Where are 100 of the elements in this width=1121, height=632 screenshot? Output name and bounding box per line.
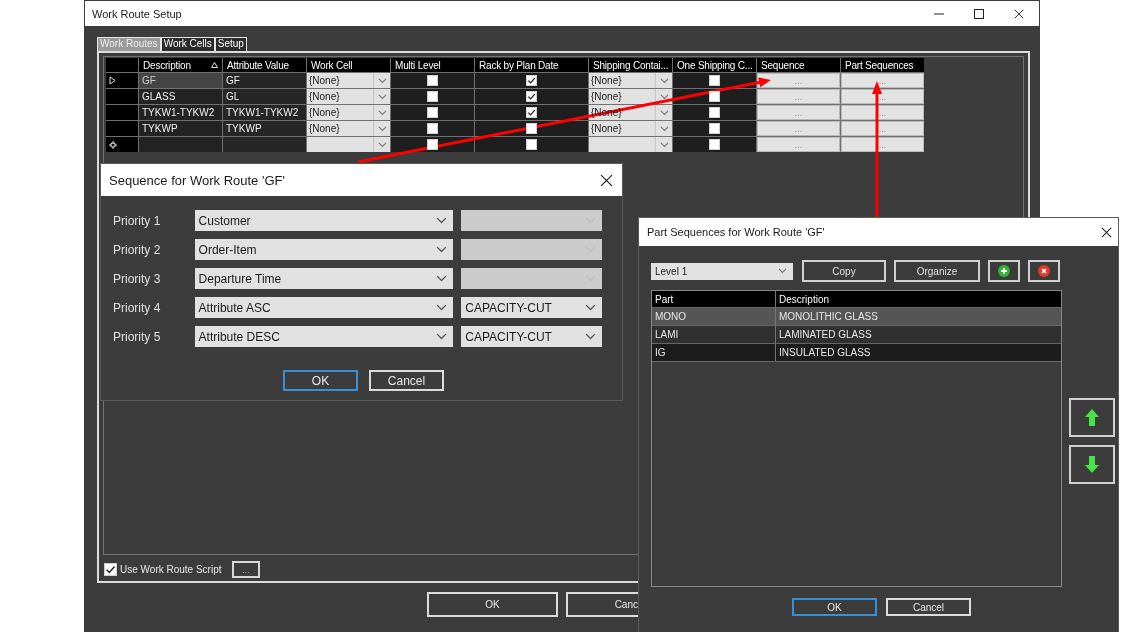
checkbox[interactable] bbox=[526, 139, 537, 150]
x-circle-icon bbox=[1038, 265, 1050, 277]
table-cell: TYKWP bbox=[139, 121, 222, 136]
maximize-icon[interactable] bbox=[974, 8, 984, 19]
table-cell[interactable]: MONO bbox=[652, 308, 776, 325]
column-header[interactable]: Work Cell bbox=[307, 58, 390, 72]
close-icon[interactable] bbox=[1014, 8, 1024, 19]
column-header[interactable]: Description bbox=[776, 291, 1061, 307]
remove-button[interactable] bbox=[1028, 260, 1060, 282]
dialog-title: Part Sequences for Work Route 'GF' bbox=[647, 226, 825, 238]
row-header[interactable] bbox=[106, 137, 138, 152]
chevron-down-icon bbox=[436, 333, 448, 340]
dialog-button[interactable]: Cancel bbox=[369, 370, 444, 391]
row-header[interactable] bbox=[106, 73, 138, 88]
checkbox[interactable] bbox=[427, 75, 438, 86]
checkbox[interactable] bbox=[526, 123, 537, 134]
column-header[interactable]: Description bbox=[139, 58, 222, 72]
dialog-button[interactable]: OK bbox=[427, 592, 558, 617]
column-header[interactable]: Rack by Plan Date bbox=[475, 58, 588, 72]
chevron-down-icon bbox=[436, 275, 448, 282]
checkbox[interactable] bbox=[427, 123, 438, 134]
dialog-button[interactable]: OK bbox=[283, 370, 358, 391]
table-cell: GLASS bbox=[139, 89, 222, 104]
dialog-button[interactable]: Canc bbox=[566, 592, 638, 617]
chevron-down-icon bbox=[585, 304, 596, 311]
new-row-icon bbox=[109, 140, 117, 149]
checkbox-label[interactable]: Use Work Route Script bbox=[120, 564, 232, 575]
table-cell[interactable]: MONOLITHIC GLASS bbox=[776, 308, 1061, 325]
sort-icon bbox=[211, 62, 218, 68]
column-header[interactable]: Part Sequences bbox=[841, 58, 924, 72]
dropdown[interactable]: CAPACITY-CUT bbox=[461, 326, 602, 347]
close-icon[interactable] bbox=[1101, 226, 1112, 238]
minimize-icon[interactable] bbox=[934, 12, 944, 15]
chevron-down-icon bbox=[436, 217, 448, 224]
ellipsis-button[interactable]: ... bbox=[232, 561, 260, 578]
dropdown[interactable]: Level 1 bbox=[651, 262, 793, 280]
column-header[interactable]: Multi Level bbox=[391, 58, 474, 72]
toolbar-button[interactable]: Organize bbox=[894, 260, 980, 282]
dropdown[interactable]: Order-Item bbox=[194, 239, 454, 260]
checkbox[interactable] bbox=[709, 139, 720, 150]
table-cell: GF bbox=[223, 73, 306, 88]
current-row-icon bbox=[109, 76, 116, 85]
priority-label: Priority 4 bbox=[113, 300, 162, 315]
table-cell: TYKWP bbox=[223, 121, 306, 136]
chevron-down-icon bbox=[778, 268, 787, 274]
toolbar-button[interactable]: Copy bbox=[802, 260, 886, 282]
dropdown[interactable]: Attribute DESC bbox=[194, 326, 454, 347]
priority-label: Priority 1 bbox=[113, 213, 162, 228]
dropdown[interactable]: CAPACITY-CUT bbox=[461, 297, 602, 318]
dropdown-cell[interactable] bbox=[589, 137, 672, 152]
table-cell[interactable]: LAMINATED GLASS bbox=[776, 326, 1061, 343]
dropdown-cell[interactable]: {None} bbox=[307, 105, 390, 120]
move-up-button[interactable] bbox=[1069, 398, 1115, 437]
checkbox[interactable] bbox=[427, 107, 438, 118]
column-header[interactable]: Attribute Value bbox=[223, 58, 306, 72]
checkbox[interactable] bbox=[526, 107, 537, 118]
checkbox[interactable] bbox=[427, 91, 438, 102]
priority-label: Priority 2 bbox=[113, 242, 162, 257]
chevron-down-icon bbox=[436, 304, 448, 311]
close-icon[interactable] bbox=[600, 173, 613, 187]
tab[interactable]: Setup bbox=[214, 37, 247, 51]
move-down-button[interactable] bbox=[1069, 445, 1115, 484]
checkbox[interactable] bbox=[526, 91, 537, 102]
dropdown-cell[interactable]: {None} bbox=[589, 89, 672, 104]
column-header[interactable]: Sequence bbox=[757, 58, 840, 72]
dropdown-cell[interactable] bbox=[307, 137, 390, 152]
priority-label: Priority 3 bbox=[113, 271, 162, 286]
dropdown-cell[interactable]: {None} bbox=[307, 89, 390, 104]
checkbox[interactable] bbox=[709, 123, 720, 134]
priority-label: Priority 5 bbox=[113, 329, 162, 344]
dropdown[interactable]: Departure Time bbox=[194, 268, 454, 289]
checkbox[interactable] bbox=[104, 563, 117, 576]
checkbox[interactable] bbox=[709, 107, 720, 118]
dropdown-cell[interactable]: {None} bbox=[307, 121, 390, 136]
checkbox[interactable] bbox=[709, 75, 720, 86]
dropdown[interactable]: Customer bbox=[194, 210, 454, 231]
column-header[interactable]: One Shipping C... bbox=[673, 58, 756, 72]
checkbox[interactable] bbox=[427, 139, 438, 150]
checkbox[interactable] bbox=[526, 75, 537, 86]
table-cell[interactable]: IG bbox=[652, 344, 776, 361]
table-cell: TYKW1-TYKW2 bbox=[139, 105, 222, 120]
table-cell: GL bbox=[223, 89, 306, 104]
dialog-button[interactable]: Cancel bbox=[886, 598, 971, 616]
dropdown-cell[interactable]: {None} bbox=[589, 73, 672, 88]
column-header[interactable]: Shipping Contai... bbox=[589, 58, 672, 72]
dialog-button[interactable]: OK bbox=[792, 598, 877, 616]
add-button[interactable] bbox=[988, 260, 1020, 282]
dropdown-cell[interactable]: {None} bbox=[307, 73, 390, 88]
checkbox[interactable] bbox=[709, 91, 720, 102]
table-cell[interactable]: LAMI bbox=[652, 326, 776, 343]
dropdown[interactable]: Attribute ASC bbox=[194, 297, 454, 318]
table-cell[interactable]: INSULATED GLASS bbox=[776, 344, 1061, 361]
tab[interactable]: Work Cells bbox=[160, 37, 215, 51]
arrow-down-icon bbox=[1085, 456, 1099, 473]
column-header[interactable]: Part bbox=[652, 291, 776, 307]
table-cell: GF bbox=[139, 73, 222, 88]
dropdown-cell[interactable]: {None} bbox=[589, 121, 672, 136]
plus-icon bbox=[998, 265, 1010, 277]
table-cell: TYKW1-TYKW2 bbox=[223, 105, 306, 120]
window-title: Work Route Setup bbox=[92, 7, 182, 20]
